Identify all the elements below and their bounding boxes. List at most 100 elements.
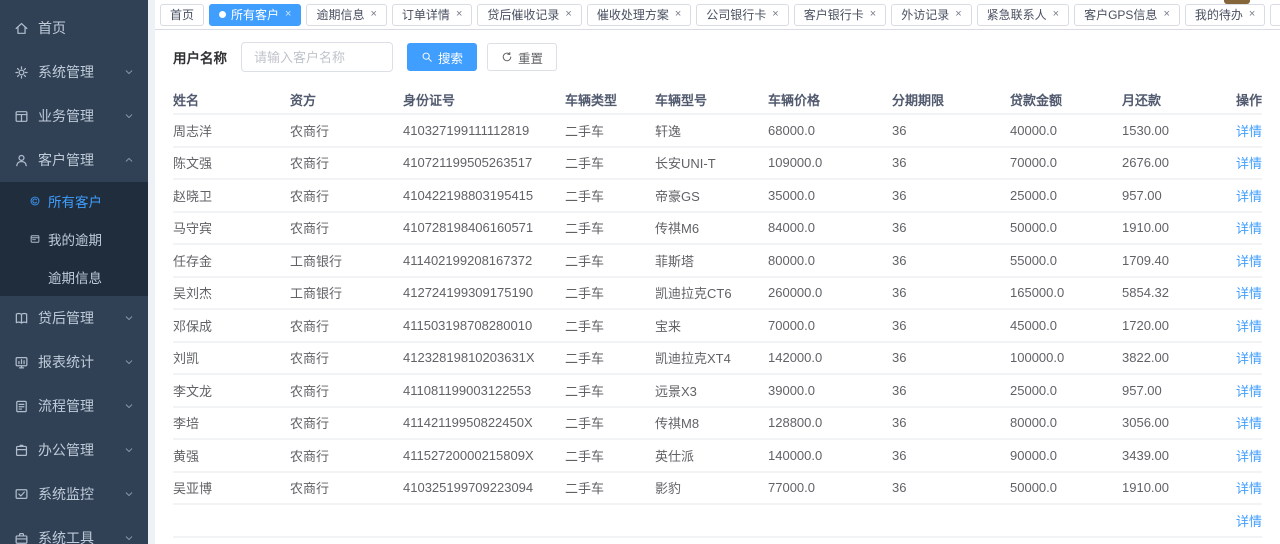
- detail-link[interactable]: 详情: [1236, 384, 1262, 399]
- tab-close-icon[interactable]: ×: [285, 9, 291, 20]
- cell-funder: 农商行: [290, 212, 403, 245]
- tab[interactable]: 我的待办 ×: [1185, 4, 1265, 26]
- detail-link[interactable]: 详情: [1236, 254, 1262, 269]
- cell-name: 赵晓卫: [173, 179, 290, 212]
- tab[interactable]: 贷后催收记录 ×: [477, 4, 581, 26]
- cell-vehicle-price: 140000.0: [768, 439, 892, 472]
- cell-name: [173, 504, 290, 537]
- tab-close-icon[interactable]: ×: [565, 9, 571, 20]
- cell-funder: 农商行: [290, 472, 403, 505]
- tab[interactable]: 外访记录 ×: [891, 4, 971, 26]
- table-header-cell: 贷款金额: [1010, 85, 1122, 114]
- sidebar-item[interactable]: 业务管理: [0, 94, 148, 138]
- avatar[interactable]: [1224, 0, 1250, 4]
- tab[interactable]: 紧急联系人 ×: [977, 4, 1069, 26]
- tab-close-icon[interactable]: ×: [772, 9, 778, 20]
- tab-close-icon[interactable]: ×: [1163, 9, 1169, 20]
- cell-monthly-payment: 1910.00: [1122, 472, 1222, 505]
- cell-id-number: 41142119950822450X: [403, 407, 565, 440]
- cell-name: 刘凯: [173, 342, 290, 375]
- detail-link[interactable]: 详情: [1236, 189, 1262, 204]
- detail-link[interactable]: 详情: [1236, 124, 1262, 139]
- cell-monthly-payment: [1122, 504, 1222, 537]
- home-icon: [14, 21, 29, 36]
- chevron-down-icon: [123, 66, 135, 78]
- cell-vehicle-price: 77000.0: [768, 472, 892, 505]
- sidebar-item[interactable]: 流程管理: [0, 384, 148, 428]
- cell-id-number: 411081199003122553: [403, 374, 565, 407]
- tab[interactable]: 订单详情 ×: [392, 4, 472, 26]
- tab-close-icon[interactable]: ×: [955, 9, 961, 20]
- tab-close-icon[interactable]: ×: [456, 9, 462, 20]
- tab-label: 紧急联系人: [987, 6, 1047, 23]
- sidebar-item[interactable]: 系统管理: [0, 50, 148, 94]
- cell-monthly-payment: 957.00: [1122, 179, 1222, 212]
- detail-link[interactable]: 详情: [1236, 156, 1262, 171]
- detail-link[interactable]: 详情: [1236, 416, 1262, 431]
- table-row: 陈文强 农商行 410721199505263517 二手车 长安UNI-T 1…: [173, 147, 1262, 180]
- cell-monthly-payment: 1910.00: [1122, 212, 1222, 245]
- tab[interactable]: 我的流程 ×: [1270, 4, 1280, 26]
- cell-vehicle-price: 68000.0: [768, 114, 892, 147]
- sidebar-item[interactable]: 所有客户: [0, 182, 148, 220]
- cell-id-number: 410728198406160571: [403, 212, 565, 245]
- tab-close-icon[interactable]: ×: [1053, 9, 1059, 20]
- detail-link[interactable]: 详情: [1236, 319, 1262, 334]
- cell-loan-amount: 50000.0: [1010, 212, 1122, 245]
- chevron-down-icon: [123, 400, 135, 412]
- sidebar-item-label: 报表统计: [38, 352, 94, 372]
- detail-link[interactable]: 详情: [1236, 514, 1262, 529]
- tab-close-icon[interactable]: ×: [370, 9, 376, 20]
- cell-vehicle-type: 二手车: [565, 439, 655, 472]
- cell-name: 周志洋: [173, 114, 290, 147]
- sidebar-item[interactable]: 贷后管理: [0, 296, 148, 340]
- tab-bar: 首页 所有客户 × 逾期信息 × 订单详情 ×: [155, 0, 1280, 30]
- tab-label: 公司银行卡: [706, 6, 766, 23]
- sidebar-item[interactable]: 办公管理: [0, 428, 148, 472]
- cell-vehicle-model: 传祺M8: [655, 407, 768, 440]
- cell-term: 36: [892, 179, 1010, 212]
- cell-funder: 农商行: [290, 147, 403, 180]
- sidebar-item[interactable]: 首页: [0, 6, 148, 50]
- tab-close-icon[interactable]: ×: [870, 9, 876, 20]
- tab[interactable]: 客户GPS信息 ×: [1074, 4, 1180, 26]
- sidebar-item[interactable]: 系统监控: [0, 472, 148, 516]
- sidebar-item[interactable]: 客户管理: [0, 138, 148, 182]
- sidebar-scrollbar-track[interactable]: [148, 0, 155, 544]
- tab[interactable]: 公司银行卡 ×: [696, 4, 788, 26]
- sidebar-item[interactable]: 报表统计: [0, 340, 148, 384]
- detail-link[interactable]: 详情: [1236, 449, 1262, 464]
- cell-vehicle-type: 二手车: [565, 342, 655, 375]
- detail-link[interactable]: 详情: [1236, 351, 1262, 366]
- tab[interactable]: 首页: [160, 4, 204, 26]
- detail-link[interactable]: 详情: [1236, 286, 1262, 301]
- sidebar-item[interactable]: 逾期信息: [0, 258, 148, 296]
- cell-id-number: [403, 504, 565, 537]
- tab-label: 客户银行卡: [804, 6, 864, 23]
- tab[interactable]: 逾期信息 ×: [306, 4, 386, 26]
- table-row: 马守宾 农商行 410728198406160571 二手车 传祺M6 8400…: [173, 212, 1262, 245]
- table-header-cell: 车辆价格: [768, 85, 892, 114]
- sidebar-item[interactable]: 系统工具: [0, 516, 148, 544]
- cell-term: 36: [892, 277, 1010, 310]
- loan-icon: [14, 311, 29, 326]
- sidebar-item-label: 系统管理: [38, 62, 94, 82]
- cell-vehicle-model: [655, 504, 768, 537]
- tab-close-icon[interactable]: ×: [1249, 9, 1255, 20]
- cell-name: 陈文强: [173, 147, 290, 180]
- sidebar-item[interactable]: 我的逾期: [0, 220, 148, 258]
- tab[interactable]: 客户银行卡 ×: [794, 4, 886, 26]
- sidebar-item-label: 首页: [38, 18, 66, 38]
- cell-vehicle-price: 109000.0: [768, 147, 892, 180]
- tab[interactable]: 催收处理方案 ×: [587, 4, 691, 26]
- detail-link[interactable]: 详情: [1236, 221, 1262, 236]
- cell-term: 36: [892, 147, 1010, 180]
- tab-close-icon[interactable]: ×: [675, 9, 681, 20]
- detail-link[interactable]: 详情: [1236, 481, 1262, 496]
- tab[interactable]: 所有客户 ×: [209, 4, 301, 26]
- cell-loan-amount: 90000.0: [1010, 439, 1122, 472]
- search-button[interactable]: 搜索: [407, 43, 477, 71]
- customer-name-input[interactable]: [241, 42, 393, 72]
- cell-vehicle-type: 二手车: [565, 179, 655, 212]
- reset-button[interactable]: 重置: [487, 43, 557, 71]
